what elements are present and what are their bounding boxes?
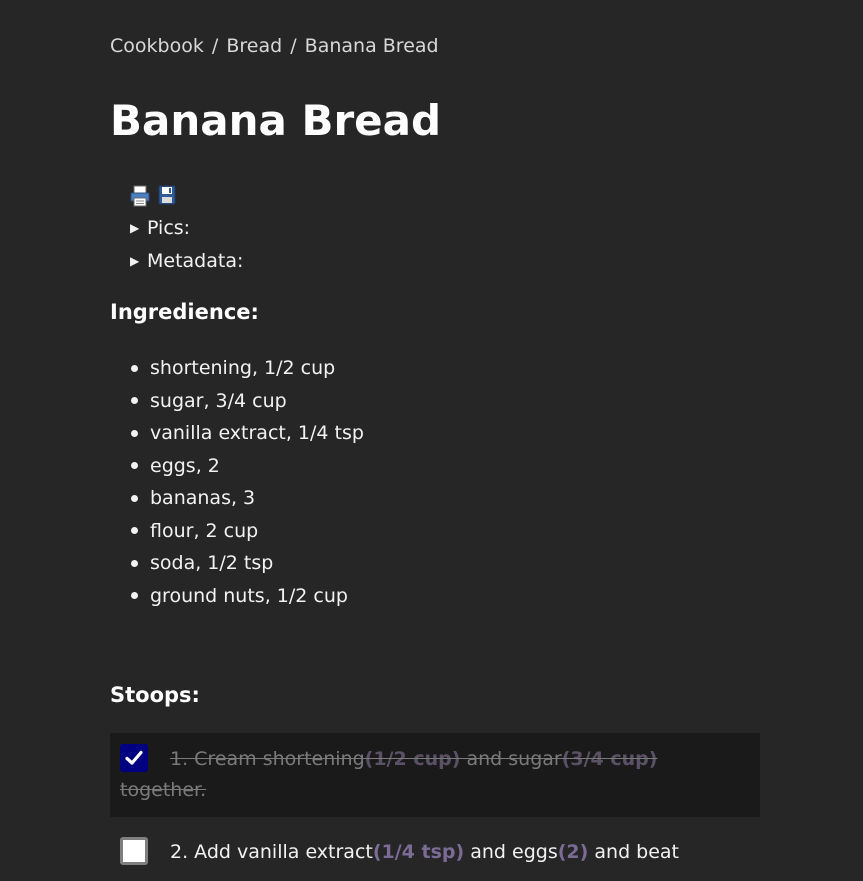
step-line: 1. Cream shortening(1/2 cup) and sugar(3… xyxy=(120,744,750,775)
step-quantity: (1/2 cup) xyxy=(364,748,461,770)
page-title: Banana Bread xyxy=(110,96,442,145)
step-text: 1. Cream shortening xyxy=(170,748,365,770)
bullet xyxy=(131,429,138,437)
ingredient-text: eggs, 2 xyxy=(150,454,220,477)
breadcrumb-separator: / xyxy=(211,35,219,57)
bullet xyxy=(131,559,138,567)
bullet xyxy=(131,494,138,502)
recipe-tools xyxy=(130,184,178,208)
ingredient-text: sugar, 3/4 cup xyxy=(150,389,287,412)
bullet xyxy=(131,462,138,469)
bullet xyxy=(131,397,138,404)
step-text: 2. Add vanilla extract xyxy=(170,841,373,863)
checkmark-icon xyxy=(125,750,143,765)
ingredient-text: vanilla extract, 1/4 tsp xyxy=(150,422,364,444)
list-item: soda, 1/2 tsp xyxy=(110,547,364,580)
disclosure-triangle-icon: ▶ xyxy=(130,254,140,268)
ingredient-text: bananas, 3 xyxy=(150,487,256,509)
breadcrumb: Cookbook / Bread / Banana Bread xyxy=(110,35,439,57)
step-line: together. xyxy=(120,775,750,806)
page: Cookbook / Bread / Banana Bread Banana B… xyxy=(0,0,863,881)
list-item: sugar, 3/4 cup xyxy=(110,385,364,418)
list-item: flour, 2 cup xyxy=(110,515,364,548)
step-text-struck: 1. Cream shortening(1/2 cup) and sugar(3… xyxy=(170,748,657,770)
metadata-toggle[interactable]: ▶ Metadata: xyxy=(130,250,243,272)
breadcrumb-current[interactable]: Banana Bread xyxy=(305,35,439,57)
steps-heading: Stoops: xyxy=(110,683,200,707)
step-text: and eggs xyxy=(464,841,558,863)
ingredient-text: shortening, 1/2 cup xyxy=(150,357,336,379)
pics-toggle[interactable]: ▶ Pics: xyxy=(130,217,190,239)
ingredients-heading: Ingredience: xyxy=(110,300,259,324)
breadcrumb-separator: / xyxy=(290,35,297,57)
step-quantity: (1/4 tsp) xyxy=(372,841,465,863)
step-text: together. xyxy=(120,779,207,801)
step-text: and beat xyxy=(588,841,680,863)
bullet xyxy=(131,364,138,372)
breadcrumb-cookbook[interactable]: Cookbook xyxy=(110,35,204,57)
ingredient-text: ground nuts, 1/2 cup xyxy=(150,584,348,607)
step-quantity: (3/4 cup) xyxy=(561,748,658,770)
list-item: vanilla extract, 1/4 tsp xyxy=(110,417,364,450)
metadata-label: Metadata: xyxy=(147,250,244,272)
list-item: shortening, 1/2 cup xyxy=(110,352,364,385)
step-1[interactable]: 1. Cream shortening(1/2 cup) and sugar(3… xyxy=(110,733,760,817)
step-checkbox-unchecked[interactable] xyxy=(120,837,148,865)
disclosure-triangle-icon: ▶ xyxy=(130,221,140,235)
step-quantity: (2) xyxy=(557,841,589,863)
printer-icon[interactable] xyxy=(130,185,150,207)
bullet xyxy=(131,592,138,599)
step-2[interactable]: 2. Add vanilla extract(1/4 tsp) and eggs… xyxy=(110,837,760,881)
ingredient-text: flour, 2 cup xyxy=(150,519,259,542)
list-item: bananas, 3 xyxy=(110,482,364,515)
list-item: eggs, 2 xyxy=(110,450,364,483)
step-checkbox-checked[interactable] xyxy=(120,744,148,772)
bullet xyxy=(131,527,138,534)
floppy-disk-icon[interactable] xyxy=(158,185,178,207)
pics-label: Pics: xyxy=(147,217,191,239)
ingredients-list: shortening, 1/2 cup sugar, 3/4 cup vanil… xyxy=(110,352,364,612)
list-item: ground nuts, 1/2 cup xyxy=(110,580,364,613)
step-line: 2. Add vanilla extract(1/4 tsp) and eggs… xyxy=(120,837,750,868)
ingredient-text: soda, 1/2 tsp xyxy=(150,552,274,574)
breadcrumb-bread[interactable]: Bread xyxy=(226,35,282,57)
step-text: and sugar xyxy=(460,748,562,770)
